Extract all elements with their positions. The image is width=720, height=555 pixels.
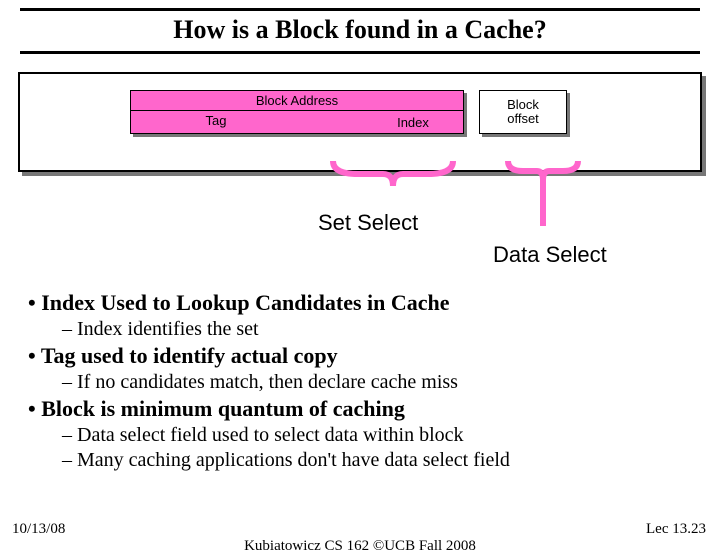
- brace-icon: [503, 156, 583, 228]
- title-bar: How is a Block found in a Cache?: [20, 8, 700, 54]
- bullet-1: • Index Used to Lookup Candidates in Cac…: [28, 290, 700, 316]
- set-select-label: Set Select: [318, 210, 418, 236]
- footer-center: Kubiatowicz CS 162 ©UCB Fall 2008: [0, 538, 720, 555]
- index-cell: Index: [361, 111, 465, 135]
- bullet-3b: – Many caching applications don't have d…: [62, 449, 700, 472]
- tag-label: Tag: [131, 113, 301, 128]
- page-title: How is a Block found in a Cache?: [20, 15, 700, 45]
- offset-line1: Block: [480, 98, 566, 112]
- index-brace: [328, 156, 458, 196]
- footer-right: Lec 13.23: [646, 521, 706, 538]
- block-address-box: Block Address Tag Index: [130, 90, 464, 134]
- offset-brace: [503, 156, 583, 228]
- data-select-label: Data Select: [493, 242, 607, 268]
- brace-area: Set Select Data Select: [18, 172, 702, 242]
- bullet-3: • Block is minimum quantum of caching: [28, 396, 700, 422]
- bullet-3a: – Data select field used to select data …: [62, 424, 700, 447]
- block-address-label: Block Address: [131, 91, 463, 111]
- bullet-2a: – If no candidates match, then declare c…: [62, 371, 700, 394]
- bullet-2: • Tag used to identify actual copy: [28, 343, 700, 369]
- offset-box: Block offset: [479, 90, 567, 134]
- offset-line2: offset: [480, 112, 566, 126]
- footer-date: 10/13/08: [12, 521, 65, 538]
- index-label: Index: [361, 111, 465, 135]
- bullet-list: • Index Used to Lookup Candidates in Cac…: [28, 290, 700, 472]
- bullet-1a: – Index identifies the set: [62, 318, 700, 341]
- brace-icon: [328, 156, 458, 196]
